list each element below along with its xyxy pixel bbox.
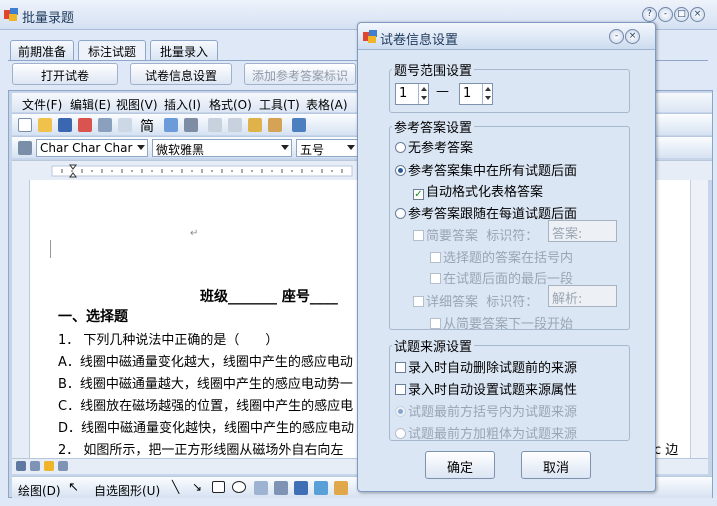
- select-objects-icon[interactable]: ↖: [68, 480, 79, 495]
- menu-table[interactable]: 表格(A): [306, 96, 348, 113]
- option-d: D．线圈中磁通量变化越快，线圈中产生的感应电动: [58, 421, 355, 436]
- cancel-button[interactable]: 取消: [521, 451, 591, 479]
- vertical-scrollbar[interactable]: [690, 180, 708, 458]
- tab-mark[interactable]: 标注试题: [78, 40, 146, 61]
- dialog-close-icon[interactable]: ×: [625, 29, 640, 44]
- checkbox-auto-delete-source[interactable]: 录入时自动删除试题前的来源: [395, 357, 577, 376]
- ok-button[interactable]: 确定: [425, 451, 495, 479]
- spin-up-icon: [418, 84, 428, 94]
- range-group-title: 题号范围设置: [392, 60, 475, 79]
- checkbox-choice-in-brackets[interactable]: 选择题的答案在括号内: [430, 247, 573, 266]
- radio-answers-collected[interactable]: 参考答案集中在所有试题后面: [395, 160, 577, 179]
- line-icon[interactable]: ╲: [172, 480, 179, 494]
- vertical-ruler: [12, 180, 30, 458]
- app-icon: [4, 8, 18, 21]
- new-doc-icon[interactable]: [18, 118, 32, 132]
- question-2: 2． 如图所示，把一正方形线圈从磁场外自右向左: [58, 443, 344, 458]
- answer-group-title: 参考答案设置: [392, 117, 475, 136]
- option-a: A．线圈中磁通量变化越大，线圈中产生的感应电动: [58, 355, 353, 370]
- dialog-title-bar: 试卷信息设置 - ×: [358, 23, 655, 50]
- menu-edit[interactable]: 编辑(E): [70, 96, 111, 113]
- source-group-title: 试题来源设置: [392, 336, 475, 355]
- format-painter-icon[interactable]: [268, 118, 282, 132]
- styles-pane-icon[interactable]: [18, 141, 32, 155]
- minimize-icon[interactable]: -: [658, 7, 673, 22]
- radio-no-answer[interactable]: 无参考答案: [395, 137, 473, 156]
- paragraph-mark-icon: ↵: [190, 228, 199, 239]
- cut-icon[interactable]: [208, 118, 222, 132]
- tab-prep[interactable]: 前期准备: [10, 40, 74, 60]
- outline-view-icon[interactable]: [58, 461, 68, 471]
- main-window-title: 批量录题: [22, 11, 75, 26]
- range-from-spinner[interactable]: 1: [395, 83, 429, 105]
- arrow-icon[interactable]: ↘: [192, 480, 202, 494]
- dialog-minimize-icon[interactable]: -: [609, 29, 624, 44]
- undo-icon[interactable]: [292, 118, 306, 132]
- save-icon[interactable]: [58, 118, 72, 132]
- web-view-icon[interactable]: [30, 461, 40, 471]
- print-icon[interactable]: [98, 118, 112, 132]
- class-seat-line: 班级_______ 座号____: [200, 289, 338, 305]
- wordart-icon[interactable]: [294, 481, 308, 495]
- paper-info-button[interactable]: 试卷信息设置: [130, 63, 232, 85]
- menu-format[interactable]: 格式(O): [209, 96, 252, 113]
- question-1: 1． 下列几种说法中正确的是（ ）: [58, 333, 279, 348]
- autoshape-menu[interactable]: 自选图形(U): [94, 482, 160, 499]
- textbox-icon[interactable]: [254, 481, 268, 495]
- paper-info-dialog: 试卷信息设置 - × 题号范围设置 1 — 1 参考答案设置 无参考答案 参考答…: [357, 22, 656, 492]
- checkbox-autoformat[interactable]: ✓ 自动格式化表格答案: [413, 181, 543, 200]
- font-size-combo[interactable]: 五号: [296, 139, 358, 157]
- menu-insert[interactable]: 插入(I): [164, 96, 201, 113]
- add-answer-marker-button[interactable]: 添加参考答案标识: [244, 63, 356, 85]
- option-b: B．线圈中磁通量越大，线圈中产生的感应电动势一: [58, 377, 353, 392]
- rectangle-icon[interactable]: [212, 481, 225, 493]
- vertical-textbox-icon[interactable]: [274, 481, 288, 495]
- section-heading: 一、选择题: [58, 309, 128, 325]
- permission-icon[interactable]: [78, 118, 92, 132]
- option-c: C．线圈放在磁场越强的位置，线圈中产生的感应电: [58, 399, 354, 414]
- tab-batch[interactable]: 批量录入: [150, 40, 218, 60]
- clipart-icon[interactable]: [334, 481, 348, 495]
- spin-down-icon: [482, 94, 492, 104]
- print-view-icon[interactable]: [44, 461, 54, 471]
- dialog-icon: [363, 30, 377, 46]
- draw-menu[interactable]: 绘图(D): [18, 482, 61, 499]
- checkbox-brief-answer[interactable]: 简要答案 标识符：: [413, 225, 538, 244]
- style-combo[interactable]: Char Char Char: [36, 139, 148, 157]
- spin-down-icon: [418, 94, 428, 104]
- range-to-spinner[interactable]: 1: [459, 83, 493, 105]
- range-dash: —: [436, 84, 449, 99]
- research-icon[interactable]: [184, 118, 198, 132]
- margin-corner: [50, 240, 51, 258]
- brief-marker-input[interactable]: 答案:: [548, 220, 617, 242]
- menu-file[interactable]: 文件(F): [22, 96, 62, 113]
- simplified-convert-icon[interactable]: 简: [140, 116, 154, 136]
- menu-view[interactable]: 视图(V): [116, 96, 158, 113]
- open-icon[interactable]: [38, 118, 52, 132]
- diagram-icon[interactable]: [314, 481, 328, 495]
- radio-bold-source[interactable]: 试题最前方加粗体为试题来源: [395, 423, 577, 442]
- spin-up-icon: [482, 84, 492, 94]
- radio-bracket-source[interactable]: 试题最前方括号内为试题来源: [395, 401, 577, 420]
- checkbox-auto-set-source[interactable]: 录入时自动设置试题来源属性: [395, 379, 577, 398]
- checkbox-from-next-paragraph[interactable]: 从简要答案下一段开始: [430, 313, 573, 332]
- oval-icon[interactable]: [232, 481, 246, 493]
- question-2-fragment: c 边: [654, 443, 679, 458]
- checkbox-detail-answer[interactable]: 详细答案 标识符：: [413, 291, 538, 310]
- maximize-icon[interactable]: □: [674, 7, 689, 22]
- dialog-title: 试卷信息设置: [380, 33, 459, 48]
- preview-icon[interactable]: [118, 118, 132, 132]
- normal-view-icon[interactable]: [16, 461, 26, 471]
- menu-tools[interactable]: 工具(T): [259, 96, 300, 113]
- font-combo[interactable]: 微软雅黑: [152, 139, 292, 157]
- open-paper-button[interactable]: 打开试卷: [12, 63, 118, 85]
- help-icon[interactable]: ?: [642, 7, 657, 22]
- detail-marker-input[interactable]: 解析:: [548, 285, 617, 307]
- paste-icon[interactable]: [248, 118, 262, 132]
- spelling-icon[interactable]: [164, 118, 178, 132]
- close-icon[interactable]: ×: [690, 7, 705, 22]
- copy-icon[interactable]: [228, 118, 242, 132]
